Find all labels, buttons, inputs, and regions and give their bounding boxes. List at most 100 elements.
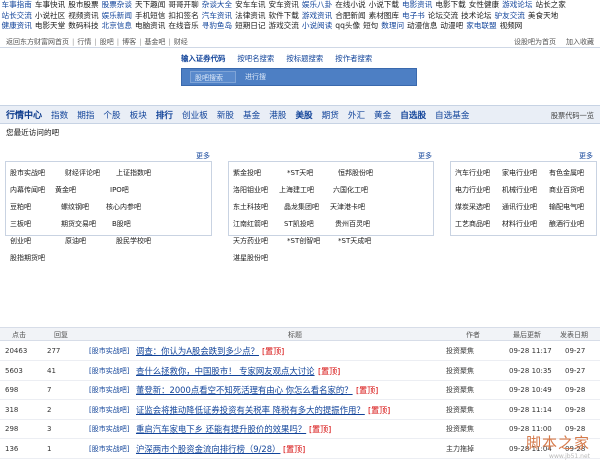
top-link[interactable]: 游戏资讯 (300, 11, 333, 22)
top-link[interactable]: 动漫信息 (406, 21, 439, 32)
forum-link[interactable]: 湛星股份吧 (233, 253, 279, 270)
author-link[interactable]: 投资聚焦 (446, 401, 474, 420)
search-tab[interactable]: 按标题搜索 (286, 54, 323, 63)
forum-link[interactable]: ST凯投吧 (284, 219, 335, 236)
top-link[interactable]: qq头像 (334, 21, 362, 32)
nav-item[interactable]: 基金 (243, 107, 260, 126)
board-link[interactable]: [股市实战吧] (89, 362, 129, 381)
nav-item[interactable]: 指数 (51, 107, 68, 126)
nav-item[interactable]: 板块 (130, 107, 147, 126)
top-link[interactable]: 股市股票 (67, 0, 100, 11)
top-link[interactable]: 小说社区 (33, 11, 66, 22)
forum-link[interactable]: 有色金属吧 (549, 168, 596, 185)
forum-link[interactable]: *ST天成吧 (338, 236, 389, 253)
top-link[interactable]: 技术论坛 (460, 11, 493, 22)
forum-link[interactable]: 豆粕吧 (10, 202, 61, 219)
top-link[interactable]: 法律资讯 (234, 11, 267, 22)
top-link[interactable]: 视频网 (498, 21, 524, 32)
top-link[interactable]: 杂谈大全 (200, 0, 233, 11)
forum-link[interactable]: 上证指数吧 (116, 168, 167, 185)
board-link[interactable]: [股市实战吧] (89, 401, 129, 420)
forum-link[interactable]: 天方药业吧 (233, 236, 287, 253)
top-link[interactable]: 安车车讯 (234, 0, 267, 11)
more-link-2[interactable]: 更多 (418, 151, 432, 161)
forum-link[interactable]: *ST创智吧 (287, 236, 338, 253)
add-favorite-link[interactable]: 加入收藏 (566, 38, 594, 46)
top-link[interactable]: 短期日记 (234, 21, 267, 32)
topic-title-link[interactable]: 沪深两市个股资金流向排行榜（9/28） (136, 440, 280, 459)
forum-link[interactable]: 材料行业吧 (502, 219, 549, 236)
forum-link[interactable]: 电力行业吧 (455, 185, 502, 202)
top-link[interactable]: 女性健康 (467, 0, 500, 11)
topic-title-link[interactable]: 证监会将推动降低证券投资有关税率 降税有多大的提振作用？ (136, 401, 365, 420)
top-link[interactable]: 游戏交流 (267, 21, 300, 32)
author-link[interactable]: 投资聚焦 (446, 381, 474, 400)
top-link[interactable]: 站长之家 (534, 0, 567, 11)
search-button[interactable]: 进行搜 (242, 71, 276, 83)
topic-title-link[interactable]: 重启汽车家电下乡 还能有提升股价的效果吗？ (136, 420, 306, 439)
top-link[interactable]: 电子书 (401, 11, 427, 22)
site-link[interactable]: 股吧 (100, 38, 114, 46)
forum-link[interactable]: 天津港卡吧 (330, 202, 384, 219)
top-link[interactable]: 软件下载 (267, 11, 300, 22)
forum-link[interactable]: 黄金吧 (55, 185, 110, 202)
forum-link[interactable]: 输配电气吧 (549, 202, 596, 219)
forum-link[interactable]: *ST天吧 (287, 168, 338, 185)
board-link[interactable]: [股市实战吧] (89, 420, 129, 439)
author-link[interactable]: 投资聚焦 (446, 420, 474, 439)
site-link[interactable]: 行情 (77, 38, 91, 46)
forum-link[interactable]: 创业吧 (10, 236, 65, 253)
top-link[interactable]: 天下趣闻 (134, 0, 167, 11)
top-link[interactable]: 家电联盟 (465, 21, 498, 32)
top-link[interactable]: 动漫吧 (439, 21, 465, 32)
forum-link[interactable]: 上海建工吧 (279, 185, 333, 202)
forum-link[interactable]: 核心内参吧 (106, 202, 161, 219)
forum-link[interactable]: 财经评论吧 (65, 168, 116, 185)
forum-link[interactable]: 股指期货吧 (10, 253, 55, 270)
more-link-3[interactable]: 更多 (579, 151, 593, 161)
nav-item[interactable]: 创业板 (182, 107, 208, 126)
nav-item[interactable]: 自选基金 (435, 107, 469, 126)
topic-title-link[interactable]: 查什么拯救你，中国股市！ 专家网友观点大讨论 (136, 362, 315, 381)
top-link[interactable]: 论坛交流 (426, 11, 459, 22)
forum-link[interactable]: B股吧 (112, 219, 157, 236)
search-tab[interactable]: 按吧名搜索 (237, 54, 274, 63)
nav-item[interactable]: 个股 (103, 107, 120, 126)
forum-link[interactable]: 内幕传闻吧 (10, 185, 55, 202)
top-link[interactable]: 汽车资讯 (200, 11, 233, 22)
forum-link[interactable]: 螺纹钢吧 (61, 202, 106, 219)
nav-item[interactable]: 美股 (295, 107, 312, 126)
top-link[interactable]: 游戏论坛 (501, 0, 534, 11)
nav-item[interactable]: 期货 (322, 107, 339, 126)
top-link[interactable]: 电脑资讯 (134, 21, 167, 32)
forum-link[interactable]: 工艺商品吧 (455, 219, 502, 236)
set-homepage-link[interactable]: 设股吧为首页 (514, 38, 556, 46)
forum-link[interactable]: 紫金投吧 (233, 168, 287, 185)
topic-title-link[interactable]: 调查：你认为A股会跌到多少点？ (136, 342, 259, 361)
search-tab[interactable]: 输入证券代码 (181, 54, 225, 63)
forum-link[interactable]: 汽车行业吧 (455, 168, 502, 185)
top-link[interactable]: 电影资讯 (401, 0, 434, 11)
site-link[interactable]: 博客 (122, 38, 136, 46)
forum-link[interactable]: 煤炭采选吧 (455, 202, 502, 219)
stock-code-list-link[interactable]: 股票代码一览 (551, 106, 594, 125)
nav-item[interactable]: 港股 (269, 107, 286, 126)
top-link[interactable]: 合肥新闻 (334, 11, 367, 22)
forum-link[interactable]: 期货交易吧 (61, 219, 112, 236)
top-link[interactable]: 站长交流 (0, 11, 33, 22)
top-link[interactable]: 在线音乐 (167, 21, 200, 32)
forum-link[interactable]: 家电行业吧 (502, 168, 549, 185)
site-link[interactable]: 返回东方财富网首页 (6, 38, 69, 46)
top-link[interactable]: 电影下载 (434, 0, 467, 11)
top-link[interactable]: 股票杂谈 (100, 0, 133, 11)
nav-item[interactable]: 外汇 (348, 107, 365, 126)
top-link[interactable]: 美食天地 (526, 11, 559, 22)
board-link[interactable]: [股市实战吧] (89, 342, 129, 361)
forum-link[interactable]: 晶龙集团吧 (284, 202, 330, 219)
col-posted[interactable]: 发表日期 (560, 328, 588, 342)
nav-item[interactable]: 期指 (77, 107, 94, 126)
top-link[interactable]: 素材图库 (367, 11, 400, 22)
top-link[interactable]: 安车资讯 (267, 0, 300, 11)
forum-link[interactable]: 通讯行业吧 (502, 202, 549, 219)
top-link[interactable]: 视频资讯 (67, 11, 100, 22)
